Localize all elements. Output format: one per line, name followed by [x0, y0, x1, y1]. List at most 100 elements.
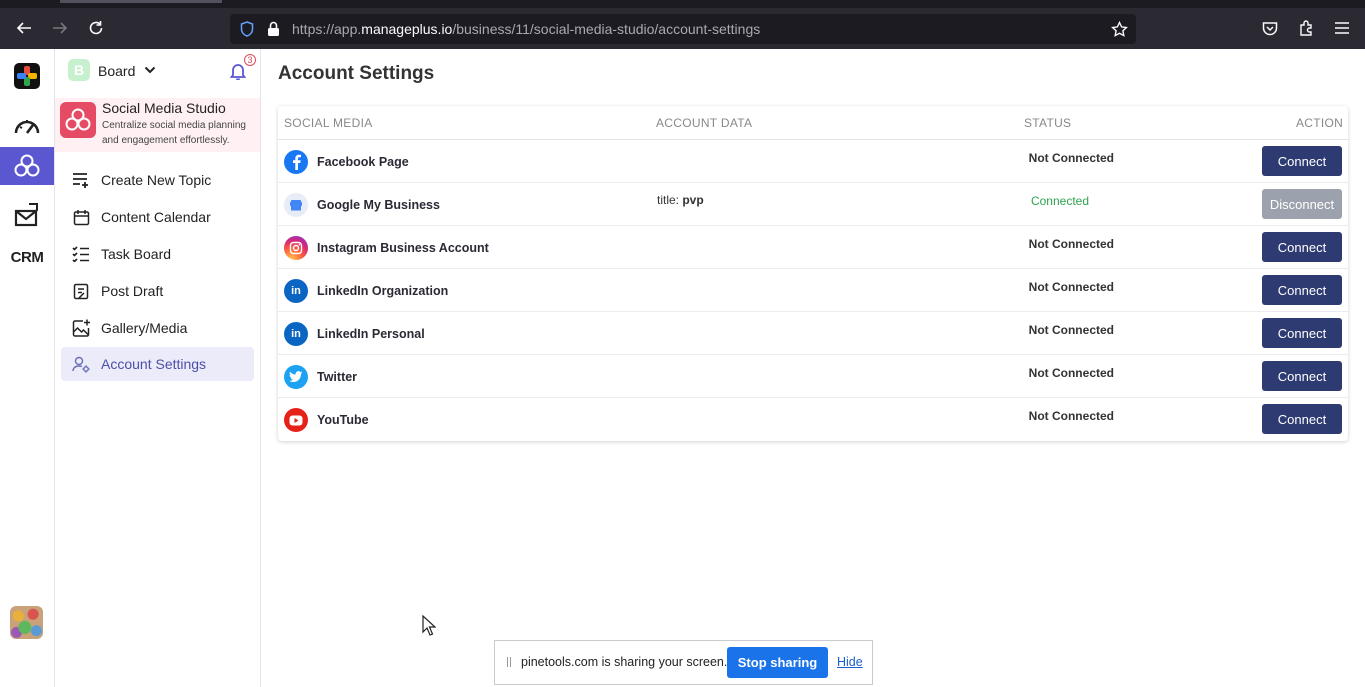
menu-post-draft[interactable]: Post Draft [61, 274, 254, 308]
reload-icon[interactable] [85, 17, 107, 39]
social-media-name: Instagram Business Account [317, 241, 489, 255]
browser-toolbar: https://app.manageplus.io/business/11/so… [0, 0, 1365, 49]
screen-share-bar: pinetools.com is sharing your screen. St… [494, 640, 873, 685]
table-header: SOCIAL MEDIA ACCOUNT DATA STATUS ACTION [278, 106, 1348, 140]
extensions-icon[interactable] [1297, 19, 1315, 37]
menu-create-new-topic[interactable]: Create New Topic [61, 163, 254, 197]
status-text: Not Connected [1028, 409, 1114, 423]
accounts-table: SOCIAL MEDIA ACCOUNT DATA STATUS ACTION … [278, 106, 1348, 441]
column-header-status: STATUS [1024, 116, 1072, 130]
page-title: Account Settings [278, 63, 435, 84]
module-sidebar: B Board 3 Social Media Studio Centralize… [55, 49, 261, 687]
board-label: Board [98, 63, 136, 79]
drag-handle[interactable] [507, 657, 511, 667]
status-text: Not Connected [1028, 366, 1114, 380]
app-logo-icon[interactable] [0, 57, 54, 95]
calendar-icon [71, 207, 91, 227]
url-text: https://app.manageplus.io/business/11/so… [292, 21, 761, 37]
user-avatar[interactable] [10, 606, 43, 639]
column-header-account-data: ACCOUNT DATA [656, 116, 753, 130]
status-text: Connected [1030, 194, 1090, 208]
studio-description: Centralize social media planning and eng… [102, 120, 246, 146]
menu-label: Gallery/Media [101, 320, 188, 336]
twitter-icon [284, 365, 308, 389]
linkedin-icon: in [284, 322, 308, 346]
gallery-add-icon [71, 318, 91, 338]
social-media-name: Facebook Page [317, 155, 409, 169]
social-media-name: LinkedIn Personal [317, 327, 425, 341]
studio-logo-icon [60, 102, 96, 138]
crm-label: CRM [10, 248, 44, 266]
menu-label: Task Board [101, 246, 172, 262]
table-row: YouTube Not Connected Connect [278, 398, 1348, 441]
back-icon[interactable] [13, 17, 35, 39]
instagram-icon [284, 236, 308, 260]
social-media-name: Twitter [317, 370, 358, 384]
disconnect-button[interactable]: Disconnect [1262, 189, 1342, 219]
menu-hamburger-icon[interactable] [1333, 19, 1351, 37]
share-status-text: pinetools.com is sharing your screen. [521, 655, 728, 669]
social-media-name: Google My Business [317, 198, 440, 212]
youtube-icon [284, 408, 308, 432]
pocket-icon[interactable] [1261, 19, 1279, 37]
address-bar[interactable]: https://app.manageplus.io/business/11/so… [230, 14, 1136, 44]
dashboard-gauge-icon[interactable] [0, 106, 54, 144]
linkedin-icon: in [284, 279, 308, 303]
active-tab-indicator[interactable] [60, 0, 222, 3]
menu-label: Create New Topic [101, 172, 212, 188]
lock-icon[interactable] [264, 20, 282, 38]
connect-button[interactable]: Connect [1262, 146, 1342, 176]
draft-doc-icon [71, 281, 91, 301]
tab-strip [0, 0, 1365, 8]
stop-sharing-button[interactable]: Stop sharing [727, 647, 828, 678]
connect-button[interactable]: Connect [1262, 232, 1342, 262]
table-row: Instagram Business Account Not Connected… [278, 226, 1348, 269]
playlist-add-icon [71, 170, 91, 190]
menu-content-calendar[interactable]: Content Calendar [61, 200, 254, 234]
forward-icon[interactable] [49, 17, 71, 39]
table-row: in LinkedIn Personal Not Connected Conne… [278, 312, 1348, 355]
facebook-icon [284, 150, 308, 174]
checklist-icon [71, 244, 91, 264]
menu-label: Content Calendar [101, 209, 211, 225]
status-text: Not Connected [1028, 237, 1114, 251]
table-row: Twitter Not Connected Connect [278, 355, 1348, 398]
connect-button[interactable]: Connect [1262, 318, 1342, 348]
status-text: Not Connected [1028, 280, 1114, 294]
table-row: Facebook Page Not Connected Connect [278, 140, 1348, 183]
column-header-action: ACTION [1296, 116, 1344, 130]
social-media-name: LinkedIn Organization [317, 284, 449, 298]
studio-title: Social Media Studio [102, 100, 226, 116]
social-studio-icon[interactable] [0, 147, 54, 185]
table-row: Google My Business title: pvp Connected … [278, 183, 1348, 226]
connect-button[interactable]: Connect [1262, 275, 1342, 305]
table-row: in LinkedIn Organization Not Connected C… [278, 269, 1348, 312]
studio-header: Social Media Studio Centralize social me… [55, 98, 260, 152]
app-rail: CRM [0, 49, 55, 687]
social-media-name: YouTube [317, 413, 369, 427]
status-text: Not Connected [1028, 151, 1114, 165]
hide-link[interactable]: Hide [837, 655, 863, 669]
column-header-social-media: SOCIAL MEDIA [284, 116, 373, 130]
user-settings-icon [71, 354, 91, 374]
menu-label: Account Settings [101, 356, 207, 372]
menu-label: Post Draft [101, 283, 164, 299]
status-text: Not Connected [1028, 323, 1114, 337]
chevron-down-icon[interactable] [143, 63, 157, 77]
bookmark-star-icon[interactable] [1110, 20, 1128, 38]
connect-button[interactable]: Connect [1262, 404, 1342, 434]
notification-count-badge: 3 [244, 54, 256, 66]
account-data: title: pvp [657, 193, 704, 207]
board-switcher[interactable]: B Board 3 [55, 49, 260, 93]
bell-icon[interactable] [229, 61, 247, 81]
mail-campaign-icon[interactable] [0, 196, 54, 234]
mouse-cursor-icon [422, 614, 437, 641]
crm-icon[interactable]: CRM [0, 238, 54, 276]
menu-gallery-media[interactable]: Gallery/Media [61, 311, 254, 345]
shield-icon[interactable] [238, 20, 256, 38]
menu-task-board[interactable]: Task Board [61, 237, 254, 271]
menu-account-settings[interactable]: Account Settings [61, 347, 254, 381]
connect-button[interactable]: Connect [1262, 361, 1342, 391]
board-badge: B [68, 59, 90, 81]
google-my-business-icon [284, 193, 308, 217]
